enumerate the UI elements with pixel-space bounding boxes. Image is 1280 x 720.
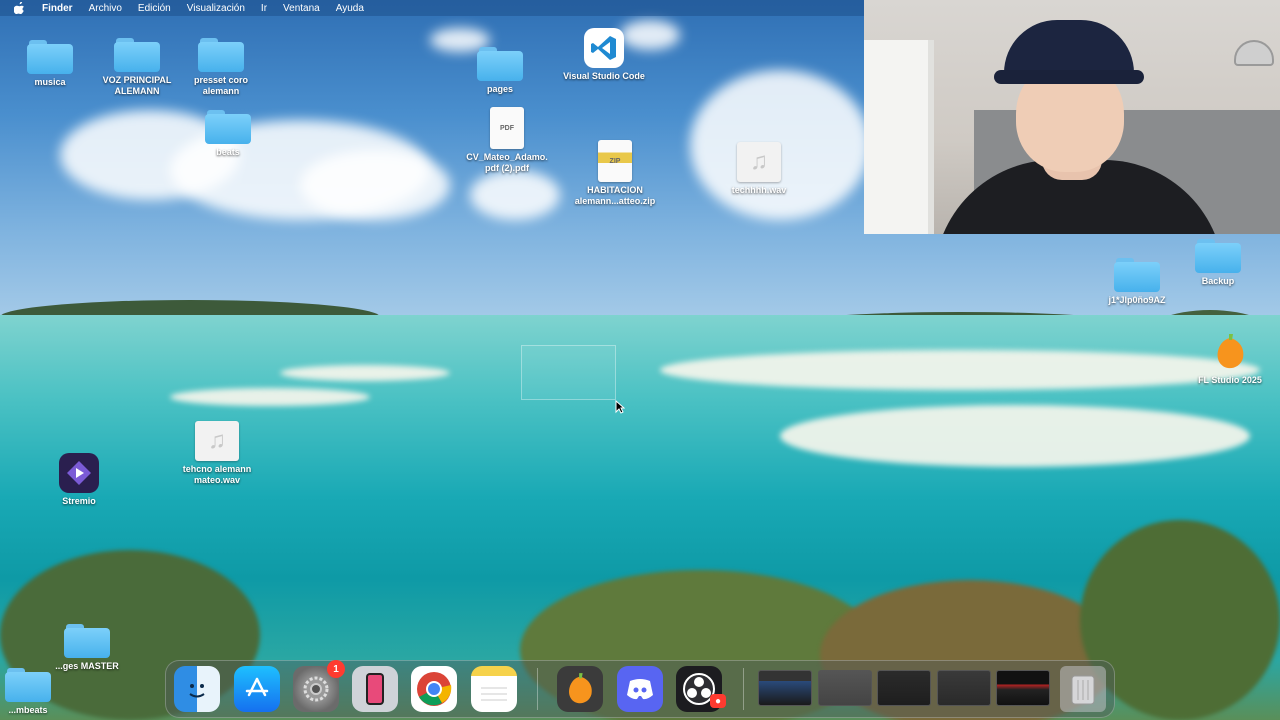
menu-ventana[interactable]: Ventana <box>283 3 320 14</box>
menu-bar: Finder Archivo Edición Visualización Ir … <box>0 0 864 16</box>
pdf-file-icon: PDF <box>490 107 524 149</box>
webcam-person-cap-brim <box>994 70 1144 84</box>
dock-app-store-icon[interactable] <box>234 666 280 712</box>
dock-chrome-icon[interactable] <box>411 666 457 712</box>
desktop-folder-backup[interactable]: Backup <box>1168 239 1268 287</box>
folder-icon <box>5 668 51 702</box>
cloud <box>300 150 450 220</box>
folder-icon <box>477 47 523 81</box>
dock-system-settings-icon[interactable]: 1 <box>293 660 345 712</box>
dock-minimized-window[interactable] <box>818 670 872 706</box>
dock-discord-icon[interactable] <box>617 666 663 712</box>
folder-icon <box>114 38 160 72</box>
webcam-overlay <box>864 0 1280 234</box>
cloud <box>470 170 560 220</box>
webcam-lamp <box>1234 40 1274 66</box>
audio-file-icon: ♫ <box>195 421 239 461</box>
folder-icon <box>1195 239 1241 273</box>
dock-minimized-window[interactable] <box>937 670 991 706</box>
folder-icon <box>205 110 251 144</box>
desktop-app-flstudio[interactable]: FL Studio 2025 <box>1180 332 1280 386</box>
desktop-folder-musica[interactable]: musica <box>0 40 100 88</box>
menu-edicion[interactable]: Edición <box>138 3 171 14</box>
zip-badge: ZIP <box>609 157 621 165</box>
sandbar <box>170 388 370 406</box>
dock-finder-icon[interactable] <box>174 666 220 712</box>
desktop-file-techhhh-wav[interactable]: ♫ techhhh.wav <box>709 142 809 196</box>
folder-icon <box>27 40 73 74</box>
recording-indicator: ● <box>710 694 726 708</box>
vscode-icon <box>584 28 624 68</box>
dock-separator <box>743 668 744 710</box>
folder-icon <box>198 38 244 72</box>
dock-fl-studio-icon[interactable] <box>557 666 603 712</box>
pdf-badge: PDF <box>500 124 514 132</box>
dock-minimized-window[interactable] <box>877 670 931 706</box>
stremio-icon <box>59 453 99 493</box>
dock-obs-icon[interactable]: ● <box>676 666 726 712</box>
desktop-folder-master[interactable]: ...ges MASTER <box>37 624 137 672</box>
dock-minimized-window[interactable] <box>996 670 1050 706</box>
notification-badge: 1 <box>327 660 345 678</box>
menu-archivo[interactable]: Archivo <box>89 3 122 14</box>
dock-iphone-mirroring-icon[interactable] <box>352 666 398 712</box>
drag-selection-rectangle <box>521 345 616 400</box>
desktop-app-stremio[interactable]: Stremio <box>29 453 129 507</box>
desktop-folder-bottom[interactable]: ...mbeats <box>0 668 78 716</box>
apple-menu-icon[interactable] <box>13 1 26 15</box>
zip-file-icon: ZIP <box>598 140 632 182</box>
mouse-cursor-icon <box>615 399 626 419</box>
desktop-file-tehcno-wav[interactable]: ♫ tehcno alemann mateo.wav <box>167 421 267 486</box>
folder-icon <box>1114 258 1160 292</box>
menu-visualizacion[interactable]: Visualización <box>187 3 245 14</box>
desktop-file-cv-pdf[interactable]: PDF CV_Mateo_Adamo. pdf (2).pdf <box>457 107 557 174</box>
dock-minimized-window[interactable] <box>758 670 812 706</box>
fl-studio-icon <box>1210 332 1250 372</box>
desktop-app-vscode[interactable]: Visual Studio Code <box>554 28 654 82</box>
sandbar <box>280 365 450 381</box>
sandbar <box>660 350 1260 390</box>
menu-finder[interactable]: Finder <box>42 3 73 14</box>
desktop-folder-presset[interactable]: presset coro alemann <box>171 38 271 97</box>
desktop-folder-pages[interactable]: pages <box>450 47 550 95</box>
dock-notes-icon[interactable] <box>471 666 517 712</box>
webcam-window <box>864 40 934 234</box>
folder-icon <box>64 624 110 658</box>
desktop-file-habitacion-zip[interactable]: ZIP HABITACION alemann...atteo.zip <box>565 140 665 207</box>
audio-file-icon: ♫ <box>737 142 781 182</box>
dock-trash-icon[interactable] <box>1060 666 1106 712</box>
desktop-folder-beats[interactable]: beats <box>178 110 278 158</box>
sandbar <box>780 405 1250 467</box>
menu-ayuda[interactable]: Ayuda <box>336 3 364 14</box>
menu-ir[interactable]: Ir <box>261 3 267 14</box>
dock-separator <box>537 668 538 710</box>
